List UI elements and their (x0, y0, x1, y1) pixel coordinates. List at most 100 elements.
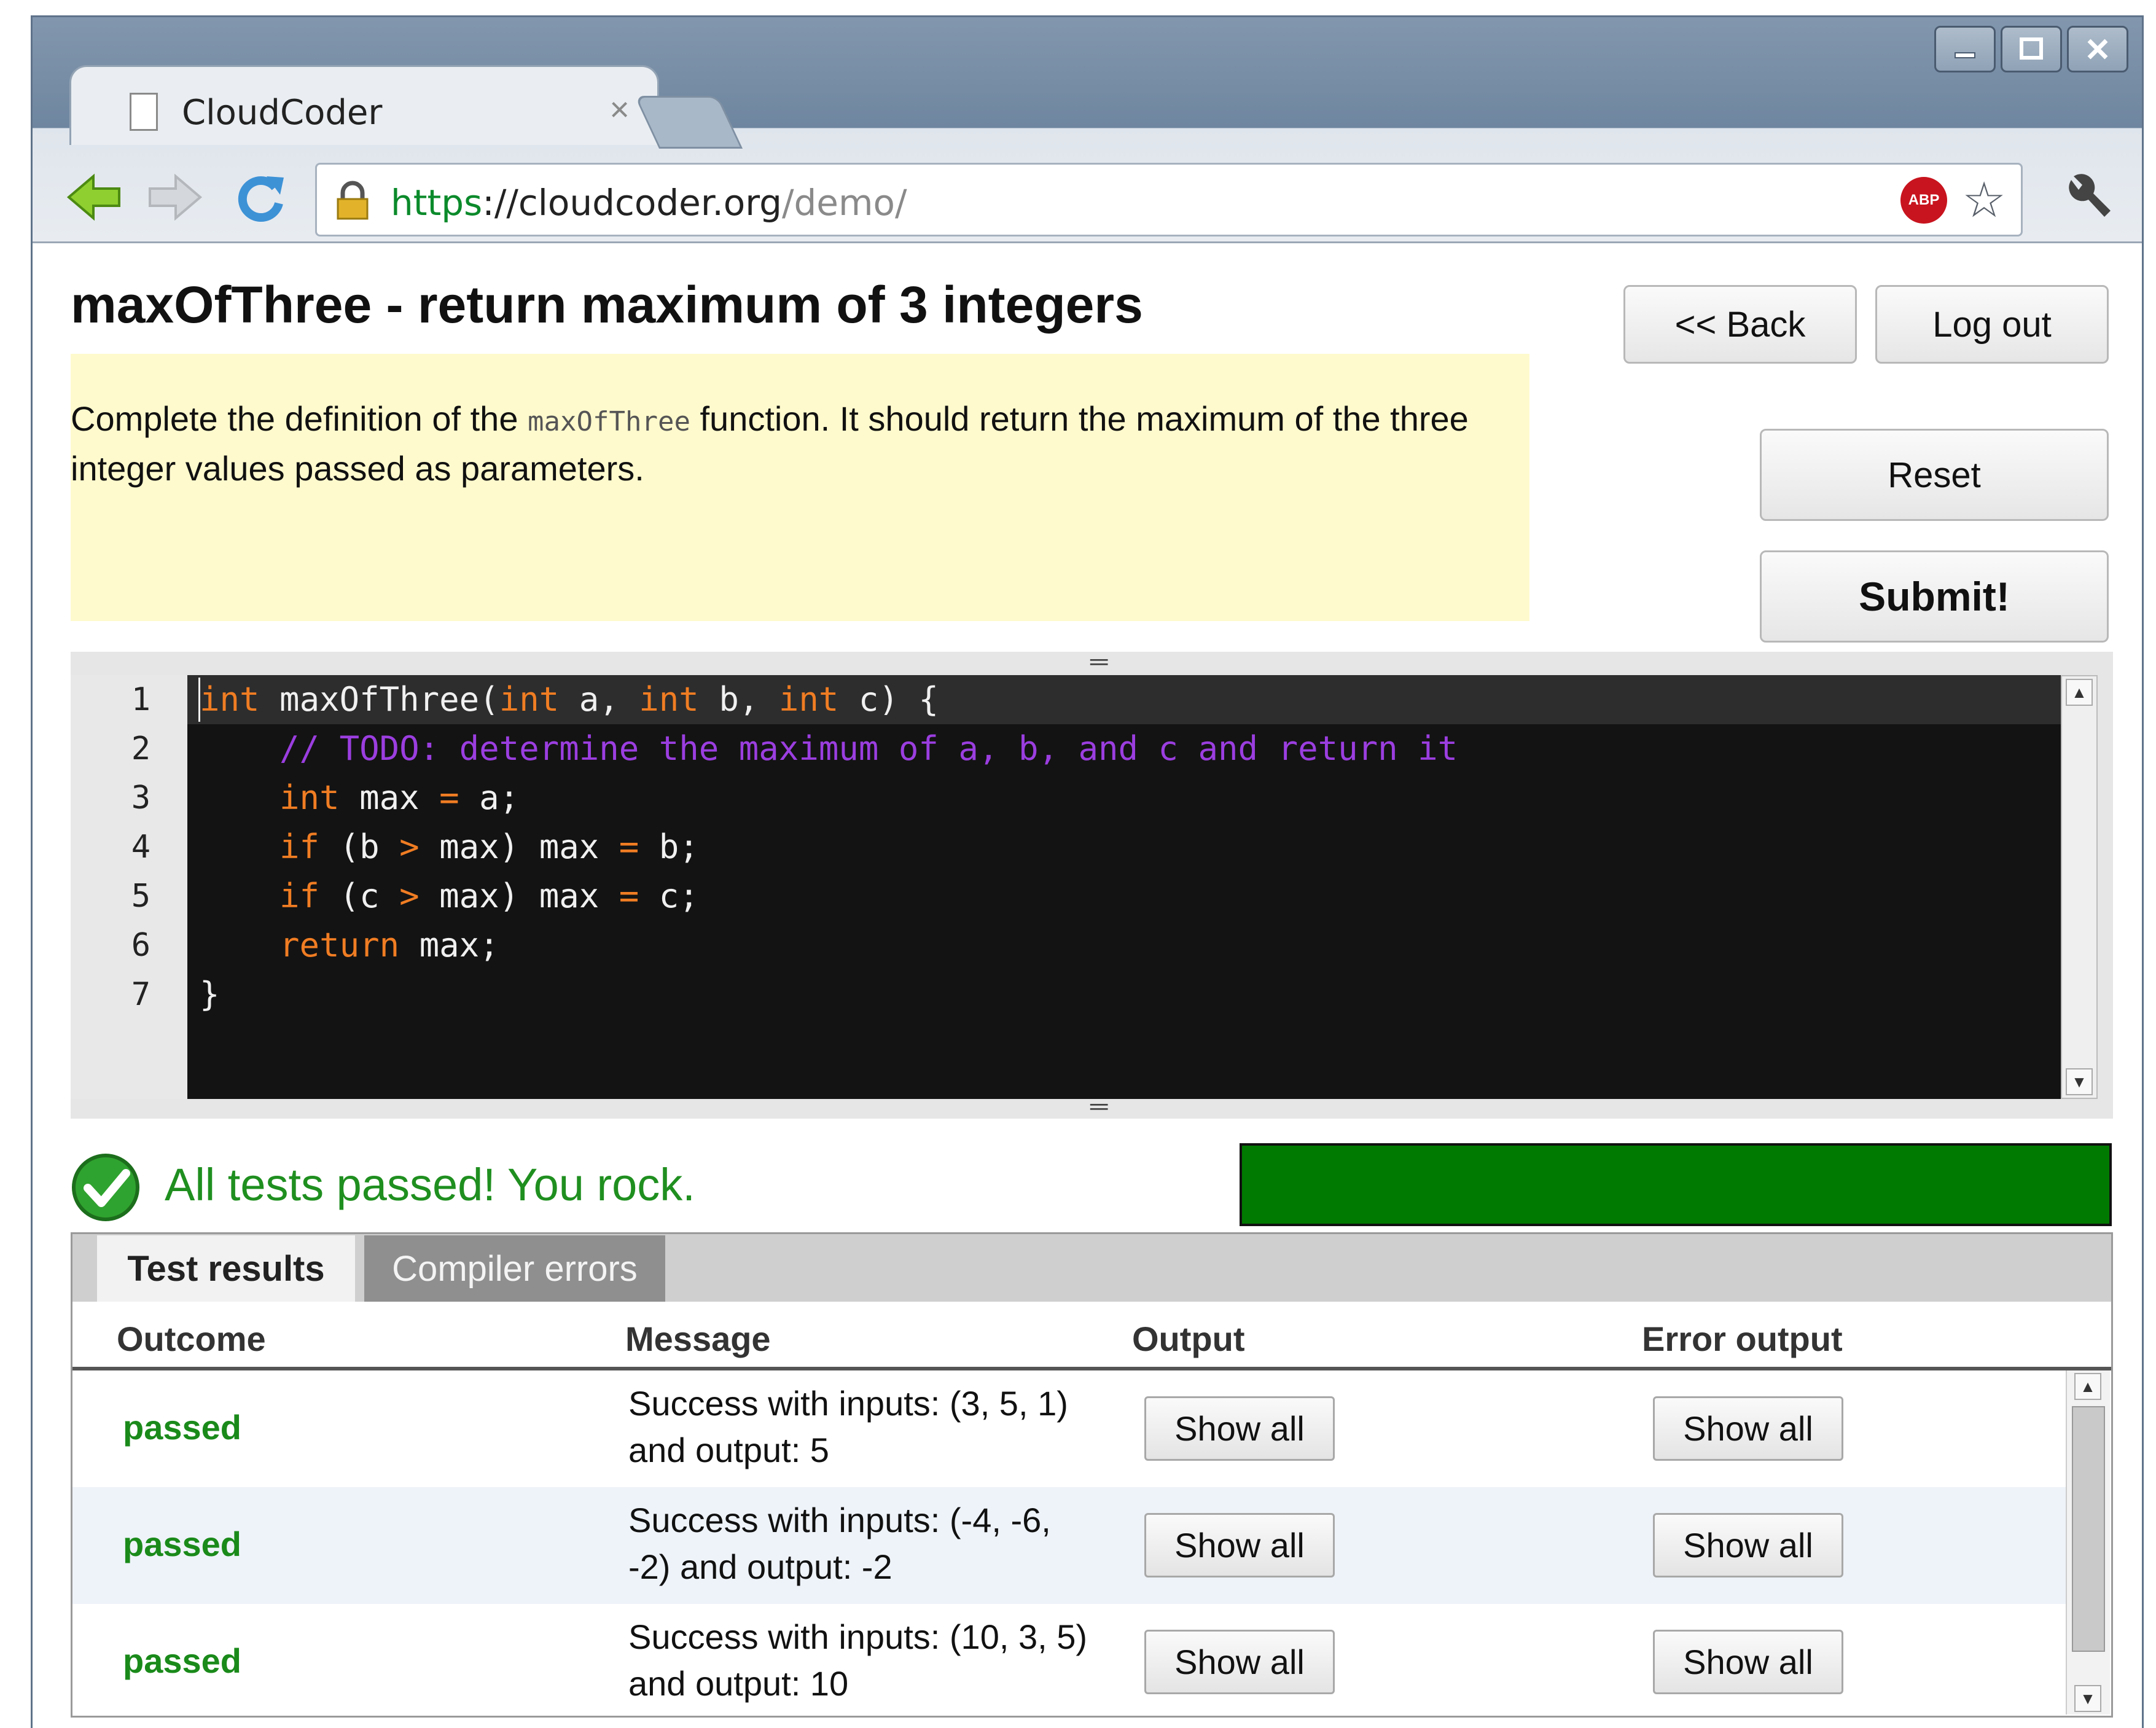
code-text: max; (399, 926, 499, 964)
result-message: Success with inputs: (3, 5, 1) and outpu… (628, 1384, 1068, 1469)
browser-tab[interactable]: CloudCoder × (69, 65, 659, 145)
problem-description: Complete the definition of the maxOfThre… (71, 354, 1529, 621)
keyword: if (279, 877, 320, 915)
keyword: int (778, 680, 839, 719)
minimize-icon (1955, 52, 1975, 58)
logout-button[interactable]: Log out (1875, 285, 2109, 364)
bookmark-star-icon[interactable]: ☆ (1962, 171, 2006, 230)
tab-title: CloudCoder (182, 93, 383, 133)
code-line: // TODO: determine the maximum of a, b, … (200, 724, 1458, 773)
code-text: } (200, 975, 220, 1014)
close-icon (2087, 39, 2108, 60)
scrollbar-thumb[interactable] (2072, 1406, 2105, 1652)
url-text: https://cloudcoder.org/demo/ (391, 182, 907, 224)
code-text: (b (319, 827, 400, 866)
checkmark-icon (72, 1154, 139, 1221)
tab-close-icon[interactable]: × (609, 89, 630, 129)
status-message: All tests passed! You rock. (165, 1159, 695, 1210)
code-text: b, (698, 680, 779, 719)
result-message: Success with inputs: (10, 3, 5) and outp… (628, 1617, 1088, 1703)
adblock-icon[interactable]: ABP (1900, 177, 1947, 224)
code-text: c) { (838, 680, 939, 719)
forward-nav-button[interactable] (146, 169, 203, 225)
editor-scrollbar[interactable]: ▲ ▼ (2061, 675, 2098, 1099)
result-message: Success with inputs: (-4, -6, -2) and ou… (628, 1501, 1051, 1586)
show-output-button[interactable]: Show all (1144, 1630, 1335, 1694)
outcome-passed: passed (123, 1641, 241, 1680)
code-text: (c (319, 877, 400, 915)
column-header-outcome: Outcome (117, 1319, 266, 1358)
line-number: 1 (131, 681, 150, 718)
progress-fill (1242, 1146, 2109, 1224)
line-number-gutter: 1 2 3 4 5 6 7 (71, 675, 187, 1099)
show-error-output-button[interactable]: Show all (1653, 1396, 1843, 1461)
code-line: } (200, 970, 220, 1019)
page-content: maxOfThree - return maximum of 3 integer… (33, 243, 2142, 1728)
keyword: if (279, 827, 320, 866)
line-number: 2 (131, 730, 150, 767)
function-name-code: maxOfThree (528, 406, 690, 437)
table-row: passed Success with inputs: (-4, -6, -2)… (72, 1487, 2066, 1604)
results-table-header: Outcome Message Output Error output (72, 1302, 2111, 1370)
submit-button[interactable]: Submit! (1760, 550, 2109, 643)
scroll-down-icon[interactable]: ▼ (2066, 1068, 2093, 1095)
close-window-button[interactable] (2067, 26, 2128, 72)
show-output-button[interactable]: Show all (1144, 1396, 1335, 1461)
code-line: int max = a; (200, 773, 519, 823)
code-text: max (339, 778, 440, 817)
page-title: maxOfThree - return maximum of 3 integer… (71, 276, 1143, 334)
line-number: 5 (131, 878, 150, 915)
browser-toolbar: https://cloudcoder.org/demo/ ABP ☆ (33, 143, 2142, 241)
code-text: a, (559, 680, 639, 719)
maximize-button[interactable] (2001, 26, 2062, 72)
reset-button[interactable]: Reset (1760, 429, 2109, 521)
line-number: 6 (131, 927, 150, 964)
back-arrow-icon (66, 173, 120, 221)
results-scrollbar[interactable]: ▲ ▼ (2066, 1370, 2110, 1714)
forward-arrow-icon (149, 173, 203, 221)
show-error-output-button[interactable]: Show all (1653, 1630, 1843, 1694)
keyword: int (499, 680, 560, 719)
keyword: int (639, 680, 699, 719)
url-path: /demo/ (781, 182, 907, 224)
code-text: c; (639, 877, 699, 915)
back-nav-button[interactable] (66, 169, 123, 225)
back-button[interactable]: << Back (1623, 285, 1857, 364)
operator: = (619, 827, 639, 866)
editor-resize-handle-bottom[interactable]: ═ (1090, 1094, 1107, 1119)
outcome-passed: passed (123, 1525, 241, 1563)
code-text: max) max (419, 827, 619, 866)
reload-button[interactable] (232, 169, 289, 225)
lock-icon (337, 181, 369, 220)
page-icon (130, 93, 158, 131)
table-row: passed Success with inputs: (10, 3, 5) a… (72, 1604, 2066, 1721)
scroll-up-icon[interactable]: ▲ (2066, 679, 2093, 706)
scroll-down-icon[interactable]: ▼ (2074, 1685, 2101, 1712)
text-cursor (198, 678, 200, 722)
scroll-up-icon[interactable]: ▲ (2074, 1373, 2101, 1400)
table-row: passed Success with inputs: (3, 5, 1) an… (72, 1370, 2066, 1487)
keyword: int (200, 680, 260, 719)
show-error-output-button[interactable]: Show all (1653, 1513, 1843, 1577)
operator: > (399, 827, 420, 866)
show-output-button[interactable]: Show all (1144, 1513, 1335, 1577)
address-bar[interactable]: https://cloudcoder.org/demo/ ABP ☆ (315, 163, 2023, 237)
results-panel: Test results Compiler errors Outcome Mes… (71, 1232, 2113, 1718)
test-progress-bar (1240, 1143, 2112, 1226)
editor-resize-handle-top[interactable]: ═ (1090, 649, 1107, 674)
minimize-button[interactable] (1934, 26, 1996, 72)
code-area[interactable]: int maxOfThree(int a, int b, int c) { //… (187, 675, 2061, 1099)
reload-icon (238, 176, 284, 222)
column-header-error-output: Error output (1642, 1319, 1843, 1358)
wrench-icon[interactable] (2059, 171, 2114, 227)
tab-compiler-errors[interactable]: Compiler errors (364, 1235, 665, 1302)
window-controls (1934, 26, 2128, 72)
code-editor[interactable]: ═ 1 2 3 4 5 6 7 int maxOfThree(int a, in… (71, 649, 2113, 1119)
tab-test-results[interactable]: Test results (97, 1235, 355, 1302)
code-text: maxOfThree( (259, 680, 499, 719)
maximize-icon (2020, 37, 2043, 60)
